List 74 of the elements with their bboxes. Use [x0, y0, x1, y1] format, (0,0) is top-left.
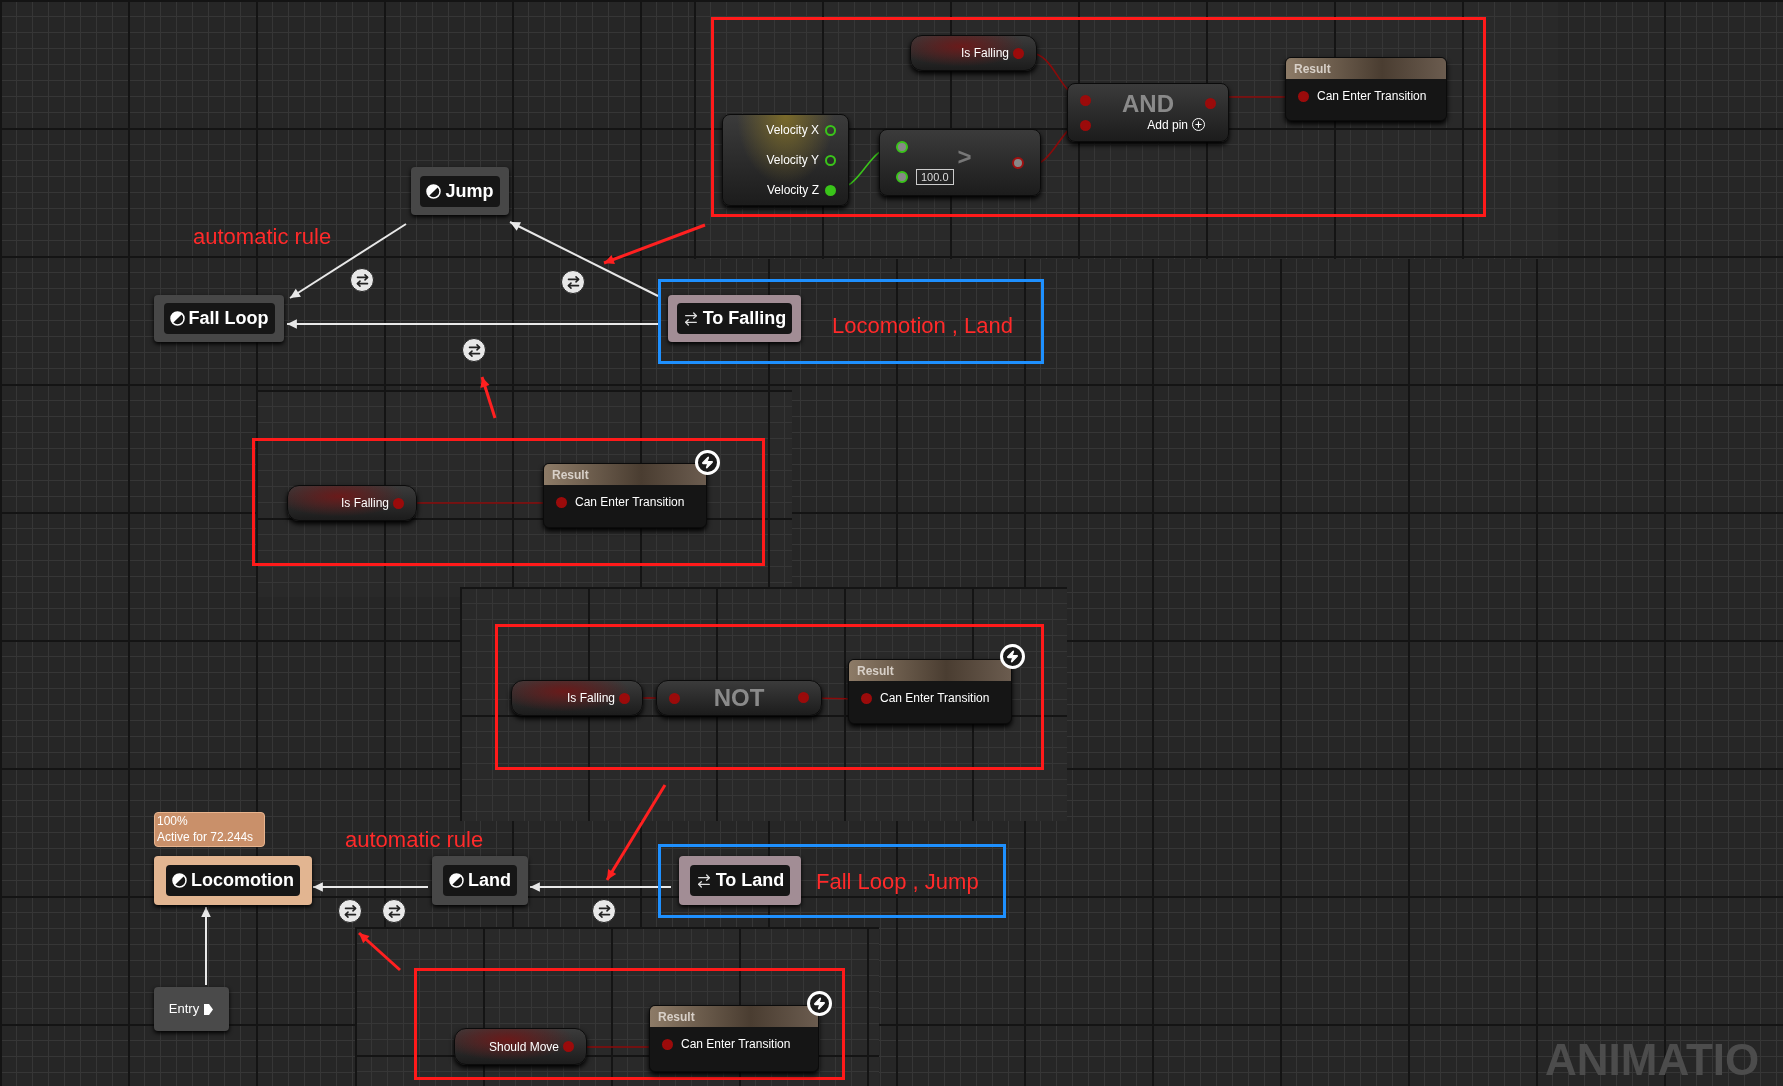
- callout-arrow: [358, 931, 401, 972]
- value-field[interactable]: 100.0: [916, 168, 954, 185]
- state-node[interactable]: Land: [432, 856, 528, 905]
- result-title: Result: [1294, 60, 1331, 78]
- pin-label: Can Enter Transition: [575, 494, 685, 511]
- pin-label: Can Enter Transition: [1317, 88, 1427, 105]
- result-title: Result: [857, 662, 894, 680]
- state-node[interactable]: Fall Loop: [154, 295, 284, 342]
- variable-node[interactable]: Should Move: [454, 1028, 587, 1065]
- variable-name: Is Falling: [960, 45, 1009, 62]
- variable-name: Is Falling: [566, 690, 615, 707]
- pin-label: Can Enter Transition: [880, 690, 990, 707]
- transition-icon[interactable]: [592, 899, 616, 923]
- variable-name: Is Falling: [340, 495, 389, 512]
- operator-symbol: >: [957, 141, 972, 172]
- variable-node[interactable]: Is Falling: [910, 35, 1037, 71]
- conduit-node[interactable]: To Land: [679, 856, 801, 905]
- operator-title: AND: [1122, 91, 1174, 116]
- result-node[interactable]: Result Can Enter Transition: [649, 1005, 819, 1072]
- swap-icon: [682, 310, 699, 327]
- pin-label: Velocity Z: [766, 182, 819, 199]
- pin-label: Velocity Y: [766, 152, 819, 169]
- result-node[interactable]: Result Can Enter Transition: [1285, 57, 1447, 121]
- active-time: Active for 72.244s: [157, 829, 255, 845]
- half-circle-icon: [426, 183, 442, 199]
- add-pin-label[interactable]: Add pin: [1147, 115, 1188, 134]
- result-title: Result: [552, 466, 589, 484]
- entry-arrow-icon: [203, 1002, 215, 1016]
- transition-icon[interactable]: [462, 338, 486, 362]
- swap-icon: [695, 872, 712, 889]
- pin-icon[interactable]: [1012, 156, 1024, 169]
- state-name: To Falling: [702, 307, 787, 330]
- pin-label: Can Enter Transition: [681, 1036, 791, 1053]
- state-name: Fall Loop: [188, 307, 269, 330]
- operator-title: NOT: [713, 686, 765, 710]
- pin-icon[interactable]: [896, 140, 908, 153]
- plus-icon[interactable]: [1192, 118, 1205, 131]
- conduit-node[interactable]: To Falling: [668, 295, 801, 342]
- half-circle-icon: [172, 873, 187, 888]
- callout-arrow: [480, 376, 497, 419]
- state-node[interactable]: Jump: [411, 167, 509, 215]
- compare-node[interactable]: 100.0 >: [879, 129, 1041, 196]
- pin-icon[interactable]: [825, 124, 836, 136]
- pin-icon[interactable]: [825, 184, 836, 196]
- state-name: Land: [468, 869, 511, 892]
- operator-node[interactable]: AND Add pin: [1067, 83, 1229, 142]
- pin-label: Velocity X: [766, 122, 819, 139]
- annotation-text: Fall Loop , Jump: [816, 868, 979, 896]
- result-node[interactable]: Result Can Enter Transition: [848, 659, 1012, 724]
- transition-icon[interactable]: [561, 270, 585, 294]
- graph-type-label: ANIMATIO: [1545, 1038, 1760, 1082]
- pin-icon[interactable]: [825, 154, 836, 166]
- state-name: Jump: [445, 179, 494, 203]
- annotation-text: automatic rule: [193, 223, 332, 251]
- variable-node[interactable]: Is Falling: [511, 680, 643, 716]
- annotation-text: automatic rule: [345, 826, 484, 854]
- entry-node[interactable]: Entry: [154, 987, 229, 1031]
- result-node[interactable]: Result Can Enter Transition: [543, 463, 707, 528]
- entry-label: Entry: [168, 1000, 200, 1019]
- state-name: To Land: [715, 869, 785, 892]
- pin-icon[interactable]: [896, 170, 908, 183]
- transition-icon[interactable]: [382, 899, 406, 923]
- half-circle-icon: [169, 311, 185, 326]
- break-struct-node[interactable]: Velocity X Velocity Y Velocity Z: [722, 114, 849, 206]
- state-name: Locomotion: [191, 869, 294, 892]
- transition-icon[interactable]: [350, 268, 374, 292]
- variable-name: Should Move: [488, 1038, 559, 1056]
- variable-node[interactable]: Is Falling: [287, 485, 417, 521]
- transition-icon[interactable]: [338, 899, 362, 923]
- annotation-text: Locomotion , Land: [832, 312, 1014, 340]
- active-percent: 100%: [157, 813, 189, 829]
- state-node[interactable]: Locomotion: [154, 856, 312, 905]
- result-title: Result: [658, 1008, 695, 1026]
- half-circle-icon: [449, 873, 464, 888]
